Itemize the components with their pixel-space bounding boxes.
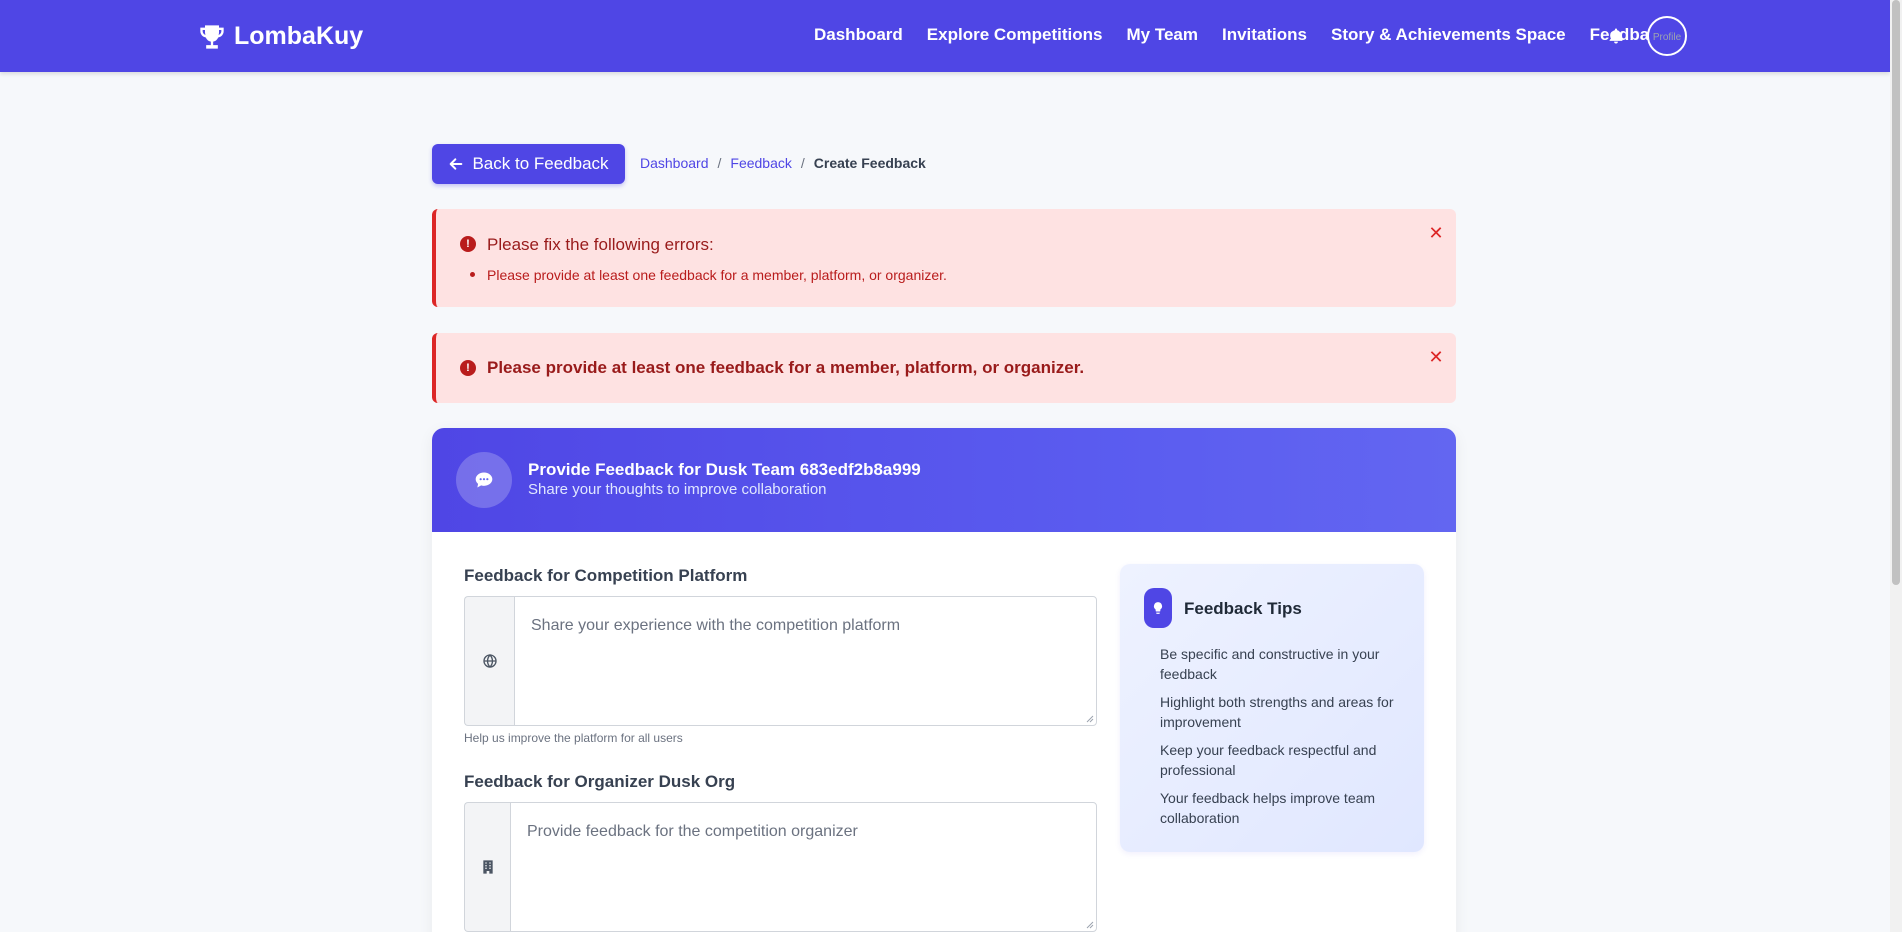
error-item: Please provide at least one feedback for…: [487, 267, 947, 283]
resize-grip-icon[interactable]: [1086, 715, 1094, 723]
tip-item: Highlight both strengths and areas for i…: [1160, 694, 1394, 730]
bullet-dot: [470, 271, 475, 277]
nav-links: Dashboard Explore Competitions My Team I…: [814, 25, 1692, 45]
error-alert-text: Please provide at least one feedback for…: [487, 358, 1085, 377]
close-icon[interactable]: ✕: [1428, 348, 1444, 366]
organizer-feedback-textarea[interactable]: Provide feedback for the competition org…: [510, 802, 1097, 932]
nav-explore-competitions[interactable]: Explore Competitions: [927, 25, 1103, 45]
error-alert-title: Please fix the following errors:: [487, 235, 714, 254]
brand-name: LombaKuy: [234, 22, 364, 50]
platform-feedback-help: Help us improve the platform for all use…: [464, 731, 683, 745]
breadcrumb-separator: /: [800, 155, 805, 171]
card-subtitle: Share your thoughts to improve collabora…: [528, 481, 827, 498]
navbar: LombaKuy Dashboard Explore Competitions …: [0, 0, 1890, 72]
close-icon[interactable]: ✕: [1428, 224, 1444, 242]
platform-feedback-textarea[interactable]: Share your experience with the competiti…: [514, 596, 1097, 726]
organizer-feedback-placeholder: Provide feedback for the competition org…: [527, 823, 858, 840]
arrow-left-icon: [450, 158, 463, 170]
lightbulb-icon: [1144, 588, 1172, 628]
back-button-label: Back to Feedback: [472, 154, 609, 173]
feedback-tips-panel: Feedback Tips Be specific and constructi…: [1120, 564, 1424, 852]
nav-dashboard[interactable]: Dashboard: [814, 25, 903, 45]
organizer-feedback-label: Feedback for Organizer Dusk Org: [464, 772, 736, 791]
tips-title: Feedback Tips: [1184, 599, 1302, 618]
globe-icon: [464, 596, 514, 726]
bell-icon[interactable]: [1607, 26, 1625, 46]
nav-invitations[interactable]: Invitations: [1222, 25, 1307, 45]
avatar-alt-text: Profile: [1652, 32, 1682, 43]
tip-item: Keep your feedback respectful and profes…: [1160, 742, 1377, 778]
feedback-card: Provide Feedback for Dusk Team 683edf2b8…: [432, 428, 1456, 932]
platform-feedback-group: Share your experience with the competiti…: [464, 596, 1097, 726]
card-title: Provide Feedback for Dusk Team 683edf2b8…: [528, 460, 921, 479]
error-list: Please provide at least one feedback for…: [470, 267, 947, 283]
platform-feedback-label: Feedback for Competition Platform: [464, 566, 748, 585]
brand-logo[interactable]: LombaKuy: [198, 22, 363, 51]
nav-my-team[interactable]: My Team: [1126, 25, 1198, 45]
card-header: Provide Feedback for Dusk Team 683edf2b8…: [432, 428, 1456, 532]
exclamation-circle-icon: !: [460, 236, 476, 252]
building-icon: [464, 802, 510, 932]
breadcrumb-dashboard[interactable]: Dashboard: [640, 155, 709, 171]
breadcrumb-feedback[interactable]: Feedback: [730, 155, 791, 171]
tip-item: Be specific and constructive in your fee…: [1160, 646, 1380, 682]
breadcrumb-separator: /: [717, 155, 722, 171]
avatar[interactable]: Profile: [1647, 16, 1687, 56]
error-alert-message: ! Please provide at least one feedback f…: [432, 333, 1456, 403]
resize-grip-icon[interactable]: [1086, 921, 1094, 929]
breadcrumb-current: Create Feedback: [813, 155, 926, 171]
trophy-icon: [200, 24, 224, 49]
nav-story-achievements[interactable]: Story & Achievements Space: [1331, 25, 1566, 45]
breadcrumb: Dashboard / Feedback / Create Feedback: [640, 155, 926, 171]
back-to-feedback-button[interactable]: Back to Feedback: [432, 144, 625, 184]
organizer-feedback-group: Provide feedback for the competition org…: [464, 802, 1097, 932]
comment-icon: [456, 452, 512, 508]
scrollbar-thumb[interactable]: [1892, 0, 1900, 585]
error-alert: ! Please fix the following errors: Pleas…: [432, 209, 1456, 307]
platform-feedback-placeholder: Share your experience with the competiti…: [531, 617, 901, 634]
exclamation-circle-icon: !: [460, 360, 476, 376]
tip-item: Your feedback helps improve team collabo…: [1160, 790, 1376, 826]
